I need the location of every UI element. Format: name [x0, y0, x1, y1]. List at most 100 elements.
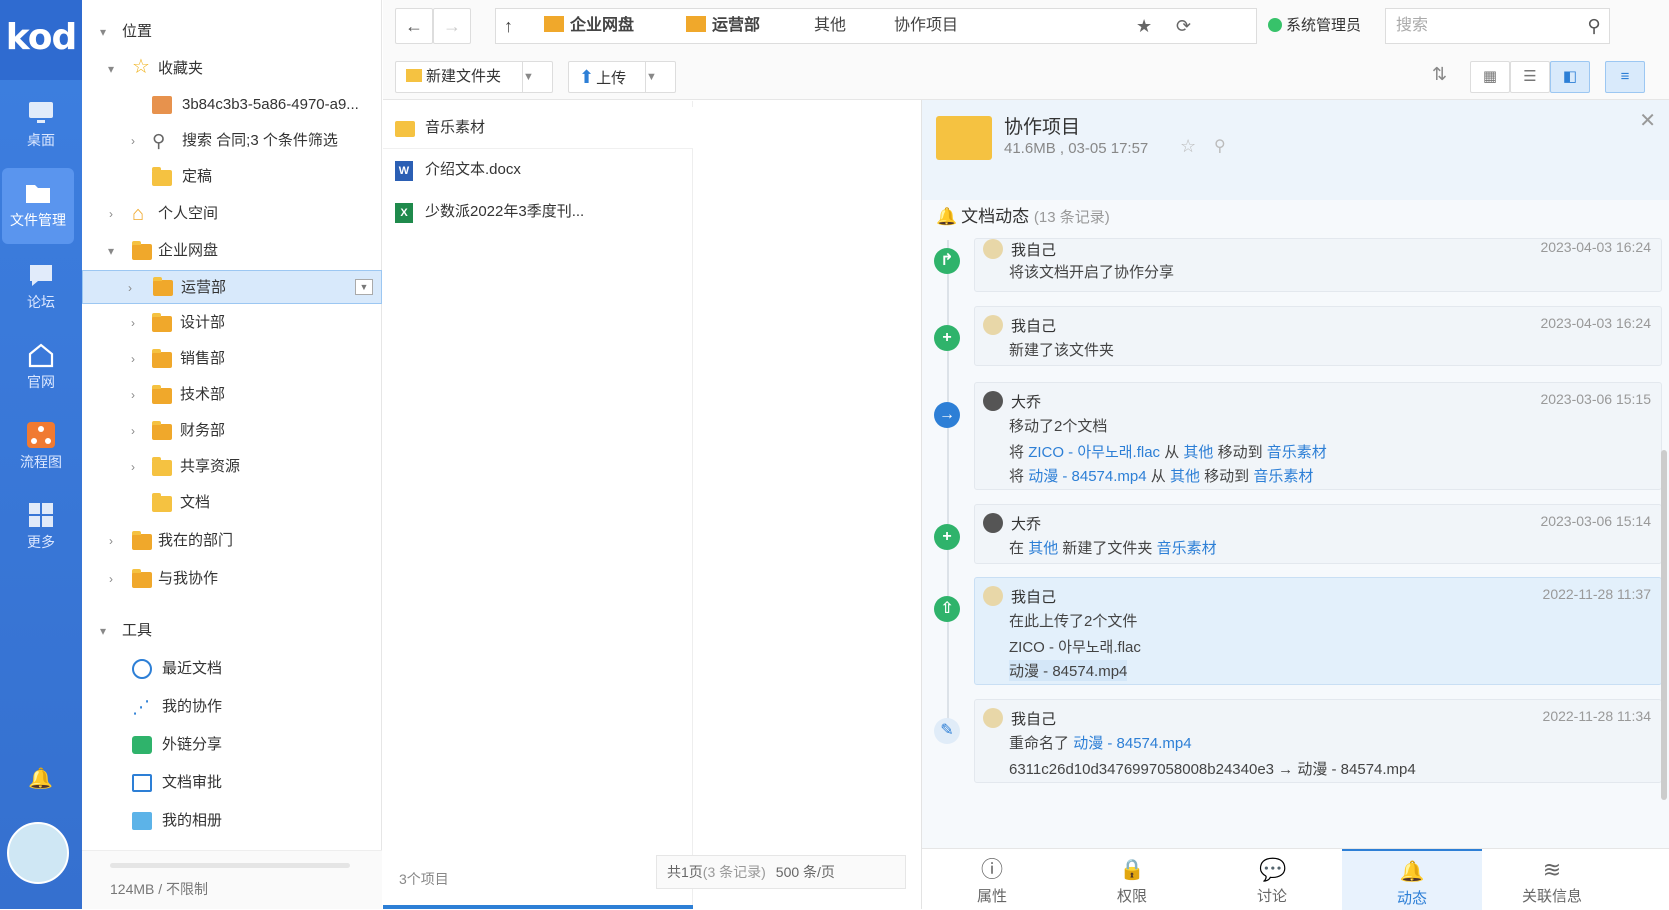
file-item-folder[interactable]: 音乐素材	[383, 107, 693, 149]
tool-recent[interactable]: 最近文档	[82, 652, 382, 686]
folder-icon	[152, 457, 172, 476]
crumb-project[interactable]: 协作项目	[894, 9, 958, 43]
user-avatar[interactable]	[7, 822, 69, 884]
tab-activity[interactable]: 🔔 动态	[1342, 849, 1482, 910]
tree-dept-selected[interactable]: › 运营部 ▼	[82, 270, 382, 304]
folder-link[interactable]: 音乐素材	[1267, 444, 1327, 461]
tree-dept[interactable]: › 技术部	[82, 378, 382, 412]
rail-item-flowchart[interactable]: 流程图	[0, 410, 82, 486]
folder-icon	[26, 185, 50, 203]
move-line: 将 ZICO - 아무노래.flac 从 其他 移动到 音乐素材	[1009, 444, 1327, 461]
tree-dept[interactable]: 文档	[82, 486, 382, 520]
rail-item-website[interactable]: 官网	[0, 330, 82, 406]
image-file-icon	[152, 96, 172, 114]
file-item-docx[interactable]: W 介绍文本.docx	[383, 149, 693, 191]
star-icon[interactable]: ☆	[1180, 136, 1196, 157]
rail-label: 桌面	[27, 132, 55, 148]
home-icon	[28, 343, 54, 368]
crumb-enterprise[interactable]: 企业网盘	[544, 9, 634, 43]
video-file-link[interactable]: 动漫 - 84574.mp4	[1009, 660, 1128, 681]
tool-album[interactable]: 我的相册	[82, 804, 382, 838]
tree-dept[interactable]: › 销售部	[82, 342, 382, 376]
clock-icon	[132, 659, 152, 679]
folder-link[interactable]: 其他	[1028, 540, 1058, 557]
tab-discussion[interactable]: 💬 讨论	[1202, 849, 1342, 910]
chevron-right-icon: ›	[131, 388, 135, 402]
folder-link[interactable]: 其他	[1170, 468, 1200, 485]
rail-item-more[interactable]: 更多	[0, 490, 82, 566]
file-item-xlsx[interactable]: X 少数派2022年3季度刊...	[383, 191, 693, 233]
chevron-right-icon: ›	[131, 316, 135, 330]
chevron-down-icon: ▾	[107, 244, 115, 258]
tree-dept[interactable]: › 共享资源	[82, 450, 382, 484]
pin-icon[interactable]: ⚲	[1214, 136, 1226, 156]
tab-related[interactable]: ≋ 关联信息	[1482, 849, 1622, 910]
rail-item-files[interactable]: 文件管理	[2, 168, 74, 244]
breadcrumb: ↑ 企业网盘 运营部 其他 协作项目 ★ ⟳	[495, 8, 1257, 44]
upload-button[interactable]: ⬆ 上传 ▼	[568, 61, 676, 93]
new-folder-button[interactable]: 新建文件夹 ▼	[395, 61, 553, 93]
refresh-icon[interactable]: ⟳	[1176, 9, 1191, 43]
search-icon[interactable]: ⚲	[1580, 8, 1608, 44]
tree-tools[interactable]: ▾ 工具	[82, 614, 382, 648]
activity-item: 我自己 2023-04-03 16:24 新建了该文件夹	[974, 306, 1662, 366]
tree-location[interactable]: ▾ 位置	[82, 15, 382, 49]
star-icon[interactable]: ★	[1136, 9, 1152, 43]
caret-down-icon[interactable]: ▼	[522, 62, 552, 92]
per-page-select[interactable]: 500 条/页	[776, 864, 835, 880]
crumb-ops[interactable]: 运营部	[686, 9, 760, 43]
tree-fav-final[interactable]: 定稿	[82, 160, 382, 194]
tool-links[interactable]: 外链分享	[82, 728, 382, 762]
folder-link[interactable]: 其他	[1183, 444, 1213, 461]
notification-bell-icon[interactable]: 🔔	[28, 766, 53, 790]
dropdown-menu-icon[interactable]: ▼	[355, 279, 373, 295]
caret-down-icon[interactable]: ▼	[645, 62, 675, 92]
tree-fav-image[interactable]: 3b84c3b3-5a86-4970-a9...	[82, 88, 382, 122]
crumb-other[interactable]: 其他	[814, 9, 846, 43]
list-view-button[interactable]: ☰	[1510, 61, 1550, 93]
split-view-button[interactable]: ◧	[1550, 61, 1590, 93]
tree-fav-search[interactable]: › ⚲ 搜索 合同;3 个条件筛选	[82, 124, 382, 158]
group-folder-icon	[132, 531, 152, 550]
tree-dept[interactable]: › 设计部	[82, 306, 382, 340]
share-icon: ↱	[934, 248, 960, 274]
scrollbar[interactable]	[1661, 450, 1667, 800]
audio-file-link[interactable]: ZICO - 아무노래.flac	[1009, 636, 1141, 657]
search-input[interactable]: 搜索	[1385, 8, 1610, 44]
current-user[interactable]: 系统管理员	[1268, 8, 1380, 44]
grid-icon	[29, 503, 53, 527]
tree-dept[interactable]: › 财务部	[82, 414, 382, 448]
tree-favorites[interactable]: ▾ ☆ 收藏夹	[82, 52, 382, 86]
video-file-link[interactable]: 动漫 - 84574.mp4	[1073, 735, 1191, 752]
folder-icon	[544, 16, 564, 32]
tree-mydept[interactable]: › 我在的部门	[82, 524, 382, 558]
plus-icon: +	[934, 524, 960, 550]
activity-item: 我自己 2022-11-28 11:37 在此上传了2个文件 ZICO - 아무노…	[974, 577, 1662, 685]
tree-personal[interactable]: › ⌂ 个人空间	[82, 197, 382, 231]
tree-enterprise[interactable]: ▾ 企业网盘	[82, 234, 382, 268]
chevron-down-icon: ▾	[99, 25, 107, 39]
selection-underline	[383, 905, 693, 909]
tab-permissions[interactable]: 🔒 权限	[1062, 849, 1202, 910]
tab-properties[interactable]: ⓘ 属性	[922, 849, 1062, 910]
tool-collab[interactable]: ⋰ 我的协作	[82, 690, 382, 724]
rail-label: 文件管理	[10, 212, 66, 228]
detail-panel-toggle[interactable]: ≡	[1605, 61, 1645, 93]
group-folder-icon	[152, 385, 172, 404]
tool-approval[interactable]: 文档审批	[82, 766, 382, 800]
close-icon[interactable]: ✕	[1639, 108, 1656, 133]
sort-icon[interactable]: ⇅	[1432, 64, 1456, 90]
folder-link[interactable]: 音乐素材	[1253, 468, 1313, 485]
rail-item-forum[interactable]: 论坛	[0, 250, 82, 326]
back-button[interactable]: ←	[395, 8, 433, 44]
folder-link[interactable]: 音乐素材	[1157, 540, 1217, 557]
audio-file-link[interactable]: ZICO - 아무노래.flac	[1028, 444, 1160, 461]
rail-item-desktop[interactable]: 桌面	[0, 88, 82, 164]
icon-view-button[interactable]: ▦	[1470, 61, 1510, 93]
up-arrow-icon[interactable]: ↑	[504, 9, 513, 43]
video-file-link[interactable]: 动漫 - 84574.mp4	[1028, 468, 1146, 485]
detail-meta: 41.6MB , 03-05 17:57	[1004, 140, 1149, 157]
storage-usage: 124MB / 不限制	[82, 850, 382, 909]
tree-collab[interactable]: › 与我协作	[82, 562, 382, 596]
forward-button[interactable]: →	[433, 8, 471, 44]
